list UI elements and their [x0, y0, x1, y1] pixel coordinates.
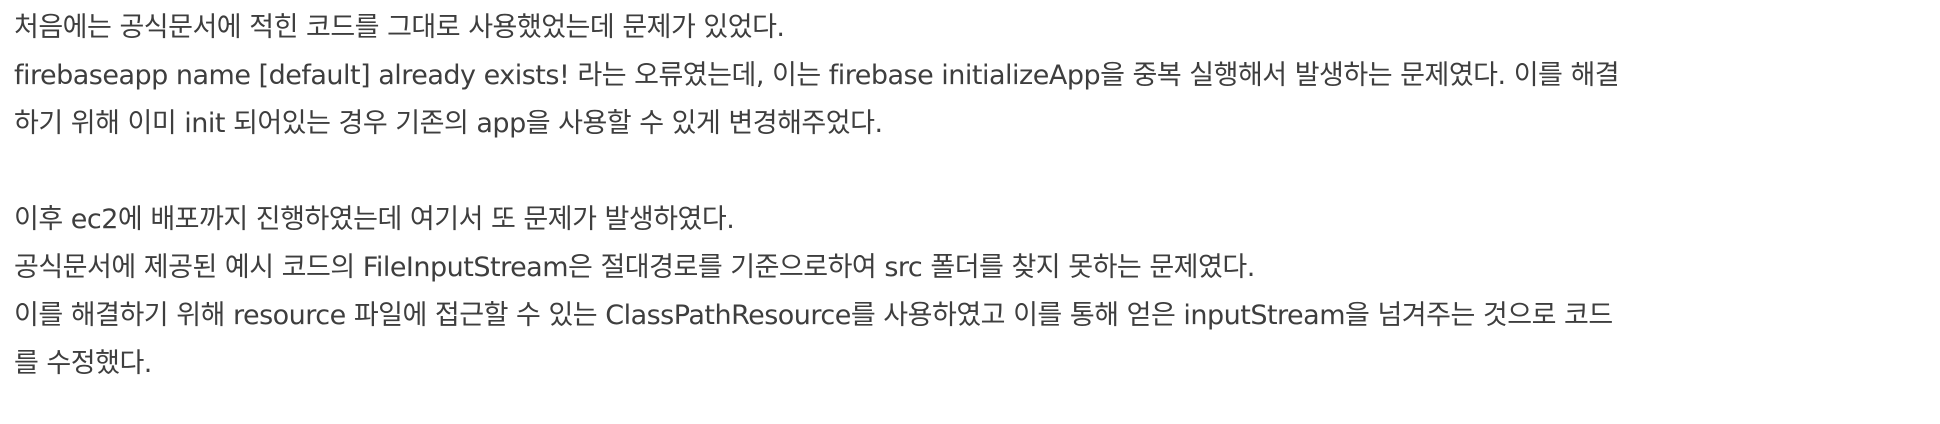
paragraph-line: firebaseapp name [default] already exist…	[14, 60, 1620, 91]
document-body: 처음에는 공식문서에 적힌 코드를 그대로 사용했었는데 문제가 있었다. fi…	[14, 4, 1936, 388]
paragraph-line: 이를 해결하기 위해 resource 파일에 접근할 수 있는 ClassPa…	[14, 300, 1613, 331]
paragraph-line: 처음에는 공식문서에 적힌 코드를 그대로 사용했었는데 문제가 있었다.	[14, 12, 785, 43]
paragraph-line: 공식문서에 제공된 예시 코드의 FileInputStream은 절대경로를 …	[14, 252, 1255, 283]
paragraph-line: 하기 위해 이미 init 되어있는 경우 기존의 app을 사용할 수 있게 …	[14, 108, 883, 139]
paragraph-line: 를 수정했다.	[14, 348, 152, 379]
paragraph-line: 이후 ec2에 배포까지 진행하였는데 여기서 또 문제가 발생하였다.	[14, 204, 735, 235]
